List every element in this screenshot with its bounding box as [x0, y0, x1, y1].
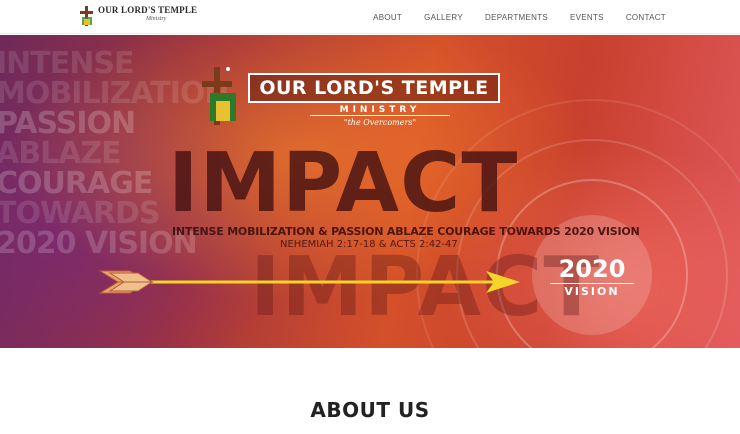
- about-us-heading: ABOUT US: [310, 398, 430, 422]
- vision-badge: 2020 VISION: [550, 257, 634, 298]
- nav-departments[interactable]: DEPARTMENTS: [485, 13, 548, 22]
- nav-gallery[interactable]: GALLERY: [424, 13, 463, 22]
- nav-events[interactable]: EVENTS: [570, 13, 604, 22]
- arrow-graphic: [98, 270, 520, 294]
- top-navbar: OUR LORD'S TEMPLE Ministry ABOUT GALLERY…: [0, 0, 740, 34]
- brand-title: OUR LORD'S TEMPLE: [98, 5, 198, 15]
- nav-contact[interactable]: CONTACT: [626, 13, 666, 22]
- main-nav: ABOUT GALLERY DEPARTMENTS EVENTS CONTACT: [373, 0, 666, 34]
- cross-logo-icon: [80, 6, 94, 26]
- brand-logo[interactable]: OUR LORD'S TEMPLE Ministry: [80, 6, 197, 28]
- vision-year: 2020: [558, 255, 626, 283]
- brand-subtitle: Ministry: [146, 16, 167, 22]
- hero-banner: INTENSE MOBILIZATION PASSION ABLAZE COUR…: [0, 35, 740, 348]
- nav-about[interactable]: ABOUT: [373, 13, 402, 22]
- vision-word: VISION: [550, 283, 634, 298]
